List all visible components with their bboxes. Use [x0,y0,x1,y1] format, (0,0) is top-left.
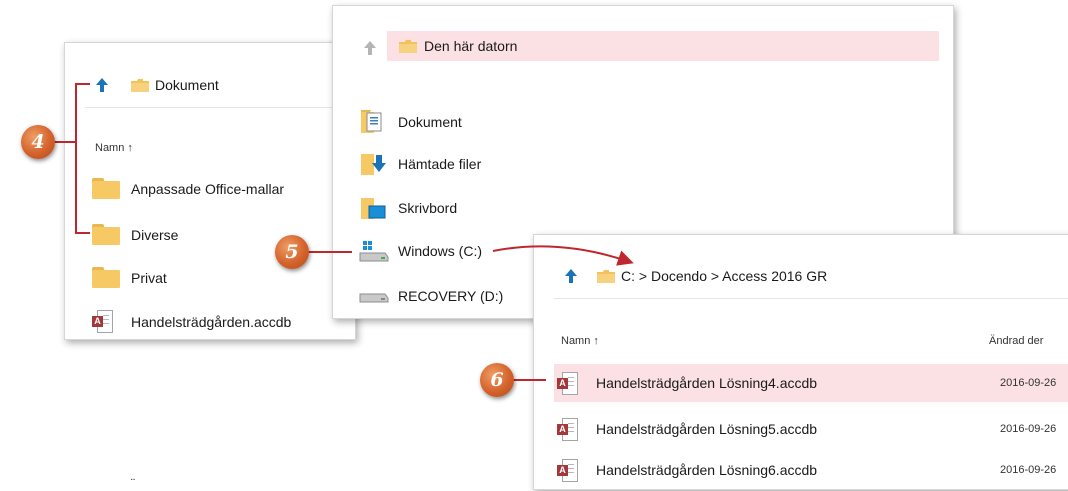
annotation-connectors [53,83,634,381]
callout-4: 4 [21,125,55,159]
callout-5: 5 [275,235,309,269]
bracket-connector [75,83,90,234]
arrow-connector [492,245,634,266]
callout-6: 6 [480,363,514,397]
stray-mark: ¨ [131,476,135,490]
